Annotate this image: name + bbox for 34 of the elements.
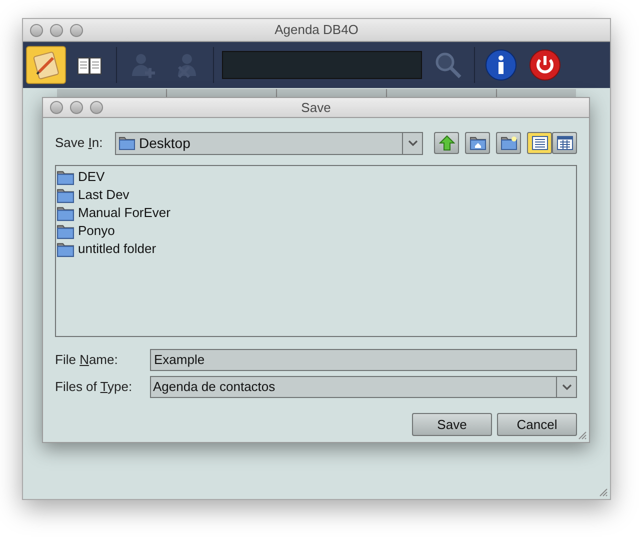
dialog-title: Save xyxy=(301,98,331,117)
resize-grip-icon[interactable] xyxy=(577,430,587,440)
folder-item[interactable]: Ponyo xyxy=(78,221,115,241)
file-type-dropdown[interactable]: Agenda de contactos xyxy=(150,376,577,398)
folder-icon xyxy=(57,242,74,256)
save-in-dropdown[interactable]: Desktop xyxy=(115,132,423,154)
new-folder-icon[interactable] xyxy=(496,132,521,154)
window-title: Agenda DB4O xyxy=(274,21,358,40)
search-field[interactable] xyxy=(222,51,422,79)
details-view-icon[interactable] xyxy=(552,132,577,154)
close-button[interactable] xyxy=(50,101,63,114)
zoom-button[interactable] xyxy=(70,24,83,37)
save-in-label: Save In: xyxy=(55,134,104,152)
resize-grip-icon[interactable] xyxy=(598,487,608,497)
file-name-label: File Name: xyxy=(55,350,119,369)
file-type-label: Files of Type: xyxy=(55,378,134,396)
dialog-button[interactable]: Cancel xyxy=(497,413,577,436)
folder-icon xyxy=(57,188,74,202)
folder-icon xyxy=(57,224,74,238)
folder-icon xyxy=(57,170,74,184)
minimize-button[interactable] xyxy=(70,101,83,114)
dialog-button[interactable]: Save xyxy=(412,413,492,436)
folder-item[interactable]: DEV xyxy=(78,167,105,187)
folder-icon xyxy=(119,136,135,150)
folder-item[interactable]: untitled folder xyxy=(78,239,156,259)
list-view-icon[interactable] xyxy=(527,132,552,154)
close-button[interactable] xyxy=(30,24,43,37)
folder-item[interactable]: Last Dev xyxy=(78,185,130,205)
minimize-button[interactable] xyxy=(50,24,63,37)
home-folder-icon[interactable] xyxy=(465,132,490,154)
folder-icon xyxy=(57,206,74,220)
file-name-field[interactable]: Example xyxy=(150,348,577,370)
zoom-button[interactable] xyxy=(90,101,103,114)
folder-item[interactable]: Manual ForEver xyxy=(78,203,170,223)
